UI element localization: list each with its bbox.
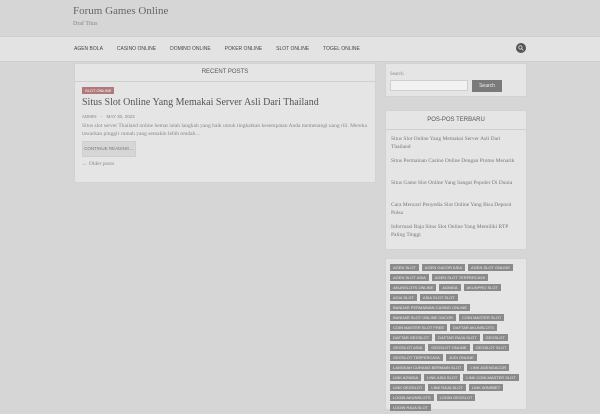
tag-link[interactable]: LINK COIN MASTER SLOT xyxy=(463,374,519,381)
tag-link[interactable]: ASIA SLOT SLOT xyxy=(419,294,458,301)
recent-posts-widget: POS-POS TERBARU Situs Slot Online Yang M… xyxy=(385,110,527,250)
tag-link[interactable]: GEGSLOT xyxy=(482,334,508,341)
tag-link[interactable]: DAFTAR RAJA SLOT xyxy=(435,334,480,341)
main-navigation: AGEN BOLA CASINO ONLINE DOMINO ONLINE PO… xyxy=(0,36,600,62)
post-title[interactable]: Situs Slot Online Yang Memakai Server As… xyxy=(82,97,372,108)
tag-link[interactable]: COIN MASTER SLOT FREE xyxy=(390,324,448,331)
tag-link[interactable]: AKUNPRO SLOT xyxy=(463,284,501,291)
post-meta: ADMIN - MAY 30, 2023 xyxy=(82,114,138,119)
tag-link[interactable]: BANDAR SLOT ONLINE GACOR xyxy=(390,314,456,321)
widget-heading: POS-POS TERBARU xyxy=(386,111,526,130)
section-heading: RECENT POSTS xyxy=(75,64,375,82)
tag-link[interactable]: AKUNSLOTS ONLINE xyxy=(390,284,437,291)
tag-cloud: AGEN SLOT AGEN GACOR ASIA AGEN SLOT ONLINE… xyxy=(390,264,522,414)
tag-link[interactable]: LANGKAH CURANG BERMAIN SLOT xyxy=(390,364,465,371)
tag-link[interactable]: GEGSLOT TERPERCAYA xyxy=(390,354,443,361)
tag-cloud-widget: AGEN SLOT AGEN GACOR ASIA AGEN SLOT ONLINE… xyxy=(385,258,527,411)
tag-link[interactable]: LINK ASIA SLOT xyxy=(424,374,461,381)
nav-menu: AGEN BOLA CASINO ONLINE DOMINO ONLINE PO… xyxy=(74,37,374,61)
older-posts-link[interactable]: ← Older posts xyxy=(82,161,114,167)
tag-link[interactable]: AGEN SLOT ONLINE xyxy=(468,264,513,271)
recent-post-link[interactable]: Situs Game Slot Online Yang Sangat Popul… xyxy=(391,179,519,187)
tag-link[interactable]: GEGSLOT ONLINE xyxy=(428,344,470,351)
tag-link[interactable]: GEGSLOT ASIA xyxy=(390,344,426,351)
tag-link[interactable]: LOGIN RAJA SLOT xyxy=(390,404,432,411)
tag-link[interactable]: LINK AGENGACOR xyxy=(467,364,510,371)
nav-item-slot-online[interactable]: SLOT ONLINE xyxy=(276,46,309,52)
tag-link[interactable]: AGEN SLOT xyxy=(390,264,419,271)
site-header: Forum Games Online Draf Titus xyxy=(0,0,600,36)
tag-link[interactable]: DAFTAR GEGSLOT xyxy=(390,334,433,341)
post-date[interactable]: MAY 30, 2023 xyxy=(107,114,135,119)
nav-item-casino-online[interactable]: CASINO ONLINE xyxy=(117,46,156,52)
tag-link[interactable]: BANDAR PERMAINAN CASINO ONLINE xyxy=(390,304,471,311)
tag-link[interactable]: JUDI ONLINE xyxy=(445,354,477,361)
post-excerpt: Situs slot server Thailand online hemat … xyxy=(82,123,367,137)
nav-item-agen-bola[interactable]: AGEN BOLA xyxy=(74,46,103,52)
recent-post-link[interactable]: Situs Permainan Casino Online Dengan Pro… xyxy=(391,157,519,165)
nav-item-togel-online[interactable]: TOGEL ONLINE xyxy=(323,46,360,52)
continue-reading-button[interactable]: CONTINUE READING… xyxy=(82,141,136,157)
recent-post-link[interactable]: Cara Mencari Penyedia Slot Online Yang B… xyxy=(391,201,519,217)
search-icon[interactable] xyxy=(516,43,526,53)
sidebar-search-widget: Search Search xyxy=(385,63,527,97)
tag-link[interactable]: COIN MASTER SLOT xyxy=(458,314,505,321)
tag-link[interactable]: AGEN GACOR ASIA xyxy=(421,264,466,271)
meta-separator: - xyxy=(100,114,103,119)
tag-link[interactable]: AGEN SLOT ASIA xyxy=(390,274,429,281)
tag-link[interactable]: LINK GEGSLOT xyxy=(390,384,426,391)
tag-link[interactable]: LINK AGNIDA xyxy=(390,374,422,381)
tag-link[interactable]: AGEN SLOT TERPERCAYA xyxy=(431,274,489,281)
site-description: Draf Titus xyxy=(73,21,98,27)
tag-link[interactable]: AGIA SLOT xyxy=(390,294,417,301)
tag-link[interactable]: AGNIDA xyxy=(439,284,461,291)
tag-link[interactable]: LINK WINSBET xyxy=(468,384,504,391)
tag-link[interactable]: DAFTAR AKUNSLOTS xyxy=(450,324,497,331)
search-input[interactable] xyxy=(390,80,468,91)
category-badge[interactable]: SLOT ONLINE xyxy=(82,87,115,94)
recent-post-link[interactable]: Situs Slot Online Yang Memakai Server As… xyxy=(391,135,519,151)
search-label: Search xyxy=(390,72,404,77)
search-button[interactable]: Search xyxy=(472,80,502,92)
nav-item-poker-online[interactable]: POKER ONLINE xyxy=(225,46,263,52)
recent-posts-section: RECENT POSTS SLOT ONLINE Situs Slot Onli… xyxy=(74,63,376,183)
site-title[interactable]: Forum Games Online xyxy=(73,5,168,17)
tag-link[interactable]: GEGSLOT SLOT xyxy=(472,344,510,351)
tag-link[interactable]: LINK RAJA SLOT xyxy=(428,384,466,391)
nav-item-domino-online[interactable]: DOMINO ONLINE xyxy=(170,46,211,52)
post-author[interactable]: ADMIN xyxy=(82,114,97,119)
recent-post-link[interactable]: Informasi Raja Situs Slot Online Yang Me… xyxy=(391,223,519,239)
